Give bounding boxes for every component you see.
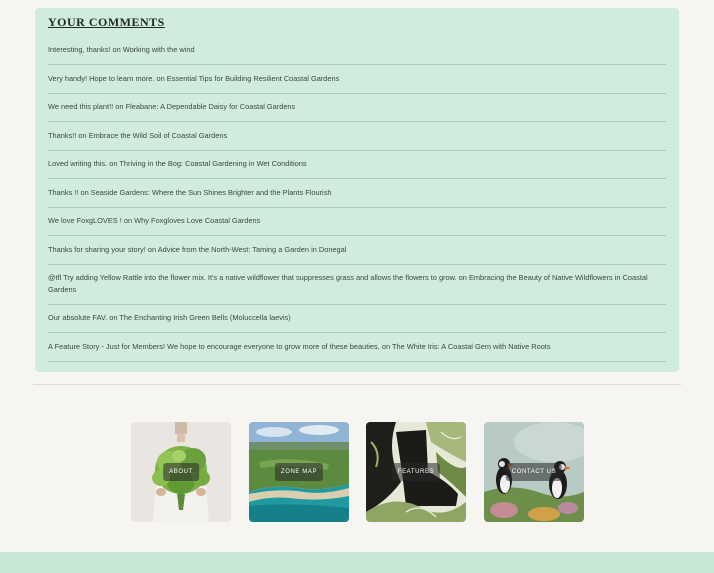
comment-item: Loved writing this. on Thriving in the B… (48, 151, 666, 179)
section-divider (33, 384, 681, 385)
comment-post-link[interactable]: Seaside Gardens: Where the Sun Shines Br… (91, 188, 332, 197)
comment-text: @tfl Try adding Yellow Rattle into the f… (48, 272, 457, 282)
comment-text: A Feature Story - Just for Members! We h… (48, 341, 380, 351)
comment-text: Our absolute FAV. (48, 313, 108, 322)
tile-label: ZONE MAP (274, 463, 324, 481)
comment-item: Thanks for sharing your story! on Advice… (48, 236, 666, 265)
comment-post-link[interactable]: Thriving in the Bog: Coastal Gardening i… (119, 159, 306, 168)
comment-joiner: on (109, 159, 118, 168)
comment-item: Interesting, thanks! on Working with the… (48, 37, 666, 65)
comment-post-link[interactable]: Essential Tips for Building Resilient Co… (167, 74, 340, 83)
tile-label: FEATURES (391, 463, 441, 481)
comment-text: Interesting, thanks! (48, 45, 111, 55)
comment-list: Interesting, thanks! on Working with the… (48, 37, 666, 362)
footer-band (0, 552, 714, 573)
tile-label: ABOUT (163, 463, 199, 481)
tile-zone-map[interactable]: ZONE MAP (249, 422, 349, 522)
comment-text: Very handy! Hope to learn more. (48, 73, 155, 83)
comment-item: Thanks !! on Seaside Gardens: Where the … (48, 179, 666, 208)
comment-item: Very handy! Hope to learn more. on Essen… (48, 65, 666, 94)
comment-text: We need this plant!! (48, 102, 114, 111)
comment-post-link[interactable]: Advice from the North-West: Taming a Gar… (158, 245, 347, 254)
comment-joiner: on (78, 130, 87, 140)
comments-title: YOUR COMMENTS (48, 15, 165, 29)
comment-text: Thanks !! (48, 187, 79, 197)
comment-text: Thanks for sharing your story! (48, 244, 146, 254)
tile-contact-us[interactable]: CONTACT US (484, 422, 584, 522)
comment-item: Thanks!! on Embrace the Wild Soil of Coa… (48, 122, 666, 151)
comment-item: @tfl Try adding Yellow Rattle into the f… (48, 265, 666, 305)
comment-joiner: on (458, 272, 467, 282)
comment-joiner: on (80, 187, 89, 197)
comment-post-link[interactable]: Fleabane: A Dependable Daisy for Coastal… (126, 102, 296, 111)
nav-tiles: ABOUT ZONE MAP FEATURES CONTACT US (131, 422, 584, 522)
comment-post-link[interactable]: Why Foxgloves Love Coastal Gardens (134, 216, 260, 225)
comment-text: Thanks!! (48, 130, 77, 140)
comment-joiner: on (109, 313, 118, 322)
comment-joiner: on (112, 45, 121, 55)
comment-joiner: on (123, 216, 133, 225)
comment-post-link[interactable]: The Enchanting Irish Green Bells (Molucc… (119, 313, 290, 322)
comment-post-link[interactable]: Working with the wind (123, 45, 195, 54)
comment-joiner: on (156, 73, 165, 83)
comment-item: A Feature Story - Just for Members! We h… (48, 333, 666, 362)
comment-joiner: on (147, 244, 157, 254)
comment-joiner: on (381, 341, 391, 351)
comment-item: Our absolute FAV. on The Enchanting Iris… (48, 305, 666, 333)
comment-joiner: on (115, 102, 124, 111)
comments-panel: YOUR COMMENTS Interesting, thanks! on Wo… (35, 8, 679, 372)
comment-item: We love FoxgLOVES ! on Why Foxgloves Lov… (48, 208, 666, 236)
tile-label: CONTACT US (505, 463, 563, 481)
comment-post-link[interactable]: The White Iris: A Coastal Gem with Nativ… (392, 342, 551, 351)
tile-about[interactable]: ABOUT (131, 422, 231, 522)
comment-item: We need this plant!! on Fleabane: A Depe… (48, 94, 666, 122)
tile-features[interactable]: FEATURES (366, 422, 466, 522)
comment-text: Loved writing this. (48, 159, 108, 168)
comment-text: We love FoxgLOVES ! (48, 216, 122, 225)
comment-post-link[interactable]: Embrace the Wild Soil of Coastal Gardens (89, 131, 227, 140)
